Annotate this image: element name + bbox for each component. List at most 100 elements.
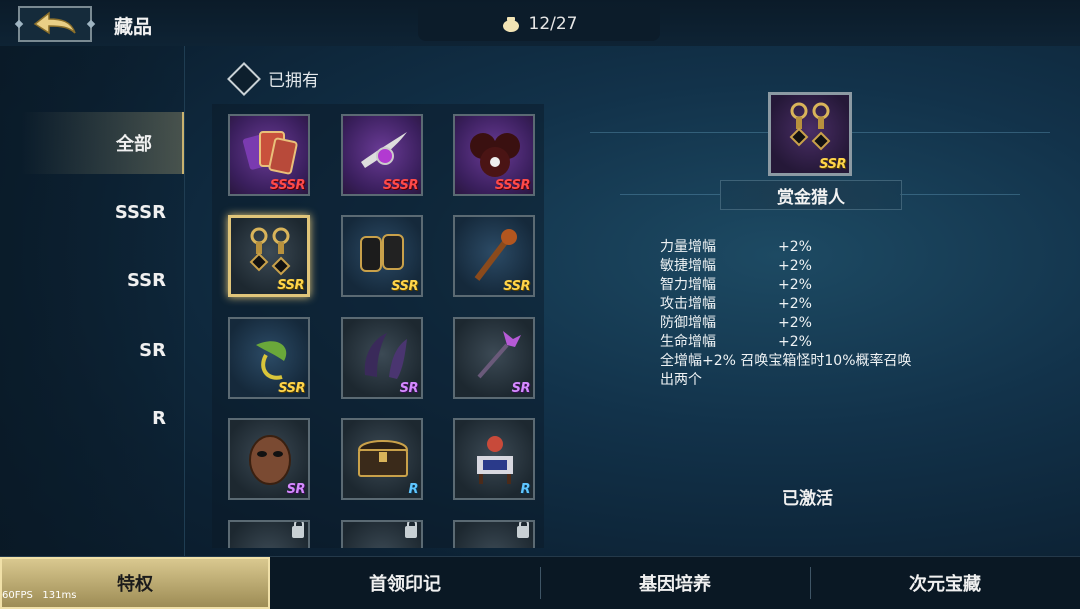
- scepter-icon: [477, 331, 521, 379]
- bg-line: [900, 194, 1020, 195]
- rarity-badge: SSR: [391, 279, 418, 294]
- stat-row: 敏捷增幅 +2%: [660, 257, 960, 276]
- collection-slot[interactable]: SSR: [341, 215, 423, 297]
- card-deck-icon: [242, 131, 298, 175]
- bottom-tab-bar: 特权 首领印记 基因培养 次元宝藏: [0, 556, 1080, 609]
- stat-row: 生命增幅 +2%: [660, 333, 960, 352]
- collection-grid[interactable]: SSSR SSSR SSSR SSR SSR SSR SSR SR SR SR R R: [212, 104, 544, 548]
- collection-slot[interactable]: [228, 520, 310, 548]
- owned-section-header: 已拥有: [227, 61, 319, 96]
- top-bar: 藏品 12/27: [0, 0, 1080, 46]
- mask-icon: [249, 435, 291, 485]
- collection-slot[interactable]: R: [341, 418, 423, 500]
- filter-sssr[interactable]: SSSR: [115, 202, 166, 223]
- skull-bombs-icon: [470, 133, 520, 177]
- collection-slot[interactable]: SR: [228, 418, 310, 500]
- stat-description-cont: 出两个: [660, 372, 702, 388]
- detail-name-banner: 赏金猎人: [720, 180, 902, 210]
- rarity-filter-sidebar: 全部 SSSR SSR SR R: [0, 46, 185, 556]
- tab-boss-mark[interactable]: 首领印记: [270, 557, 540, 609]
- collection-slot[interactable]: [341, 520, 423, 548]
- stat-value: +2%: [778, 258, 812, 274]
- feather-pendant-icon: [361, 132, 407, 168]
- tab-privilege[interactable]: 特权: [0, 557, 270, 609]
- stat-row: 防御增幅 +2%: [660, 314, 960, 333]
- tab-gene-cultivation[interactable]: 基因培养: [540, 557, 810, 609]
- stat-row: 攻击增幅 +2%: [660, 295, 960, 314]
- bg-line: [850, 132, 1050, 133]
- stat-name: 力量增幅: [660, 239, 716, 255]
- detail-item-name: 赏金猎人: [777, 187, 845, 208]
- tab-label: 特权: [117, 574, 153, 595]
- lock-icon: [405, 522, 417, 538]
- rarity-badge: SR: [399, 381, 419, 396]
- filter-label: SSSR: [114, 202, 166, 223]
- collection-slot[interactable]: SSSR: [453, 114, 535, 196]
- rarity-badge: SSR: [278, 381, 305, 396]
- filter-ssr[interactable]: SSR: [127, 270, 166, 291]
- bg-line: [620, 194, 720, 195]
- lock-icon: [292, 522, 304, 538]
- collection-slot[interactable]: SSSR: [228, 114, 310, 196]
- collection-slot[interactable]: SSR: [453, 215, 535, 297]
- lock-icon: [517, 522, 529, 538]
- shrine-table-icon: [477, 436, 513, 484]
- stat-name: 攻击增幅: [660, 296, 716, 312]
- filter-r[interactable]: R: [152, 408, 166, 429]
- horns-icon: [364, 333, 407, 379]
- owned-label: 已拥有: [268, 71, 319, 91]
- tab-dimension-treasure[interactable]: 次元宝藏: [810, 557, 1080, 609]
- treasure-chest-icon: [357, 440, 409, 477]
- collection-slot[interactable]: SSR: [228, 317, 310, 399]
- rarity-badge: SSSR: [382, 178, 419, 193]
- collection-slot[interactable]: SSR: [228, 215, 310, 297]
- detail-rarity-badge: SSR: [819, 157, 846, 172]
- diamond-icon: [227, 61, 261, 96]
- collection-slot[interactable]: SR: [341, 317, 423, 399]
- page-title: 藏品: [114, 16, 153, 38]
- back-button[interactable]: [18, 6, 92, 42]
- filter-label: 全部: [116, 134, 152, 155]
- collection-slot[interactable]: [453, 520, 535, 548]
- bg-line: [590, 132, 780, 133]
- fps-readout: 60FPS 131ms: [2, 590, 76, 601]
- filter-sr[interactable]: SR: [139, 340, 166, 361]
- detail-stats: 力量增幅 +2% 敏捷增幅 +2% 智力增幅 +2% 攻击增幅 +2% 防御增幅 +2% …: [660, 238, 960, 390]
- stat-name: 智力增幅: [660, 277, 716, 293]
- staff-icon: [474, 229, 517, 281]
- activation-status: 已激活: [782, 489, 833, 509]
- filter-label: SSR: [127, 270, 166, 291]
- stat-value: +2%: [778, 334, 812, 350]
- stat-value: +2%: [778, 315, 812, 331]
- stat-row: 力量增幅 +2%: [660, 238, 960, 257]
- rarity-badge: SSSR: [269, 178, 306, 193]
- rarity-badge: SR: [511, 381, 531, 396]
- collection-slot[interactable]: SSSR: [341, 114, 423, 196]
- stat-description: 全增幅+2% 召唤宝箱怪时10%概率召唤: [660, 353, 912, 369]
- stat-value: +2%: [778, 277, 812, 293]
- fps-value: 60FPS: [2, 590, 33, 601]
- collection-count: 12/27: [528, 14, 578, 34]
- rarity-badge: R: [408, 482, 418, 497]
- vine-plant-icon: [256, 341, 287, 380]
- rarity-badge: SSR: [277, 278, 304, 293]
- filter-all[interactable]: 全部: [22, 112, 184, 174]
- collection-slot[interactable]: SR: [453, 317, 535, 399]
- tab-label: 次元宝藏: [909, 574, 981, 595]
- filter-label: SR: [139, 340, 166, 361]
- stat-value: +2%: [778, 296, 812, 312]
- rarity-badge: SSR: [503, 279, 530, 294]
- earrings-icon: [789, 102, 831, 151]
- collection-counter: 12/27: [418, 7, 660, 41]
- back-arrow-icon: [33, 11, 76, 35]
- gauntlets-icon: [360, 234, 404, 272]
- stat-value: +2%: [778, 239, 812, 255]
- rarity-badge: SSSR: [494, 178, 531, 193]
- frame-time: 131ms: [42, 590, 77, 601]
- stat-name: 生命增幅: [660, 334, 716, 350]
- collection-slot[interactable]: R: [453, 418, 535, 500]
- tab-label: 首领印记: [369, 574, 441, 595]
- rarity-badge: SR: [286, 482, 306, 497]
- stat-row: 智力增幅 +2%: [660, 276, 960, 295]
- detail-item-icon: SSR: [768, 92, 852, 176]
